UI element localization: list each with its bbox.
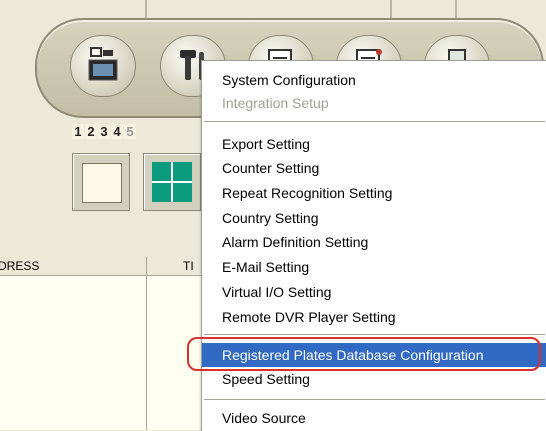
page-3-button[interactable]: 3 [98, 124, 110, 139]
menu-item-label: Remote DVR Player Setting [222, 309, 396, 325]
page-4-button[interactable]: 4 [111, 124, 123, 139]
menu-item-label: System Configuration [222, 72, 356, 88]
menu-item-speed-setting[interactable]: Speed Setting [202, 367, 546, 391]
menu-item-virtual-io[interactable]: Virtual I/O Setting [202, 280, 546, 304]
menu-separator [204, 334, 545, 335]
page-selector: 12345 [72, 124, 137, 139]
menu-item-label: Virtual I/O Setting [222, 284, 332, 300]
page-2-button[interactable]: 2 [85, 124, 97, 139]
quad-view-button[interactable] [143, 153, 201, 211]
single-view-icon [82, 163, 122, 203]
menu-item-video-source[interactable]: Video Source [202, 406, 546, 430]
menu-item-label: Video Source [222, 410, 306, 426]
menu-item-label: E-Mail Setting [222, 259, 310, 275]
menu-item-label: Speed Setting [222, 371, 310, 387]
setup-context-menu: System Configuration Integration Setup E… [201, 60, 546, 431]
menu-separator [204, 399, 545, 400]
menu-item-label: Alarm Definition Setting [222, 234, 369, 250]
page-1-button[interactable]: 1 [72, 124, 84, 139]
menu-item-label: Country Setting [222, 210, 319, 226]
menu-separator [204, 121, 545, 122]
camera-settings-button[interactable] [70, 35, 136, 97]
menu-item-label: Integration Setup [222, 95, 329, 111]
camera-monitor-icon [88, 47, 118, 81]
menu-item-email-setting[interactable]: E-Mail Setting [202, 255, 546, 279]
page-5-button[interactable]: 5 [124, 124, 136, 139]
menu-item-alarm-definition[interactable]: Alarm Definition Setting [202, 230, 546, 254]
menu-item-label: Export Setting [222, 136, 310, 152]
column-header-time[interactable]: TI [183, 259, 194, 273]
menu-item-registered-plates[interactable]: Registered Plates Database Configuration [202, 343, 546, 367]
menu-item-export-setting[interactable]: Export Setting [202, 132, 546, 156]
menu-item-label: Counter Setting [222, 160, 320, 176]
menu-item-integration-setup: Integration Setup [202, 91, 546, 115]
menu-item-counter-setting[interactable]: Counter Setting [202, 156, 546, 180]
menu-item-repeat-recognition[interactable]: Repeat Recognition Setting [202, 181, 546, 205]
menu-item-label: Repeat Recognition Setting [222, 185, 393, 201]
column-header-address[interactable]: DRESS [0, 259, 39, 273]
menu-item-label: Registered Plates Database Configuration [222, 347, 484, 363]
single-view-button[interactable] [72, 153, 130, 211]
column-divider[interactable] [146, 257, 147, 430]
quad-view-icon [152, 162, 192, 202]
menu-item-remote-dvr[interactable]: Remote DVR Player Setting [202, 305, 546, 329]
menu-item-system-configuration[interactable]: System Configuration [202, 68, 546, 92]
menu-item-country-setting[interactable]: Country Setting [202, 206, 546, 230]
